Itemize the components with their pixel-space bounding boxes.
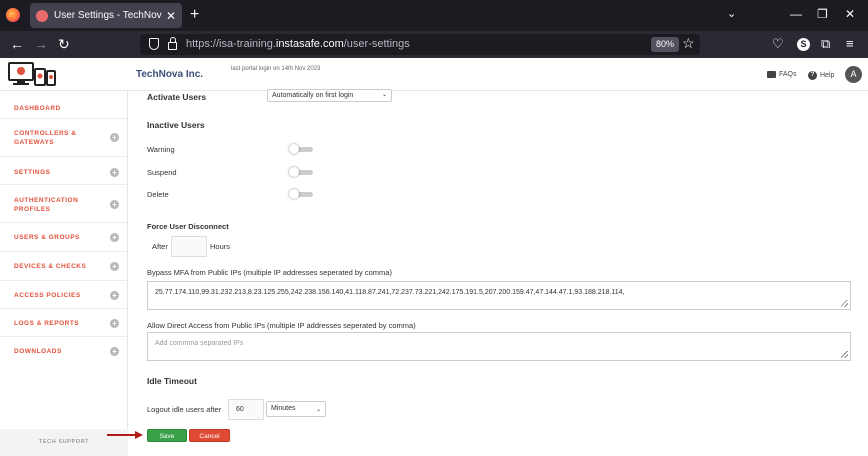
sidebar-item-label: DASHBOARD bbox=[14, 105, 61, 112]
tab-close-icon[interactable]: ✕ bbox=[166, 9, 176, 23]
bookmark-star-icon[interactable]: ☆ bbox=[682, 35, 695, 52]
bypass-mfa-value: 25.77.174.110,99.31.232.213,8.23.125.255… bbox=[155, 289, 625, 296]
sidebar-item-label: LOGS & REPORTS bbox=[14, 320, 80, 327]
sidebar-item-label: ACCESS POLICIES bbox=[14, 292, 81, 299]
brand-name: TechNova Inc. bbox=[136, 69, 204, 80]
lock-icon[interactable] bbox=[168, 37, 177, 50]
direct-access-label: Allow Direct Access from Public IPs (mul… bbox=[147, 321, 416, 330]
sidebar-item-downloads[interactable]: DOWNLOADS + bbox=[0, 337, 128, 365]
suspend-toggle[interactable] bbox=[289, 167, 315, 177]
idle-unit-value: Minutes bbox=[271, 405, 296, 412]
tab-favicon-icon bbox=[36, 9, 48, 22]
close-window-icon[interactable]: ✕ bbox=[845, 7, 855, 21]
idle-unit-select[interactable]: Minutes ⌄ bbox=[266, 401, 326, 417]
hours-label: Hours bbox=[210, 242, 231, 251]
browser-tab-bar: User Settings - TechNova Inc. | I ✕ + ⌄ … bbox=[0, 0, 868, 31]
sidebar-item-label: CONTROLLERS & GATEWAYS bbox=[14, 130, 77, 146]
pocket-icon[interactable]: ♡ bbox=[772, 36, 784, 52]
sidebar-item-devices-checks[interactable]: DEVICES & CHECKS + bbox=[0, 252, 128, 281]
avatar[interactable]: A bbox=[845, 66, 862, 83]
zoom-level[interactable]: 80% bbox=[651, 37, 680, 52]
expand-plus-icon[interactable]: + bbox=[110, 347, 119, 356]
logout-idle-label: Logout idle users after bbox=[147, 405, 222, 414]
url-text[interactable]: https://isa-training.instasafe.com/user-… bbox=[186, 38, 410, 50]
bypass-mfa-label: Bypass MFA from Public IPs (multiple IP … bbox=[147, 268, 392, 277]
expand-plus-icon[interactable]: + bbox=[110, 233, 119, 242]
delete-label: Delete bbox=[147, 190, 169, 199]
sidebar-item-authentication-profiles[interactable]: AUTHENTICATION PROFILES + bbox=[0, 185, 128, 223]
annotation-arrow-icon bbox=[107, 431, 143, 439]
force-disconnect-heading: Force User Disconnect bbox=[147, 222, 229, 231]
sidebar-item-logs-reports[interactable]: LOGS & REPORTS + bbox=[0, 309, 128, 337]
sidebar-item-settings[interactable]: SETTINGS + bbox=[0, 157, 128, 185]
idle-timeout-value: 60 bbox=[236, 406, 244, 413]
after-label: After bbox=[152, 242, 168, 251]
suspend-label: Suspend bbox=[147, 168, 177, 177]
warning-toggle[interactable] bbox=[289, 144, 315, 154]
url-bar[interactable]: https://isa-training.instasafe.com/user-… bbox=[140, 34, 700, 55]
sidebar-item-label: SETTINGS bbox=[14, 169, 51, 176]
minimize-icon[interactable]: — bbox=[790, 7, 802, 21]
expand-plus-icon[interactable]: + bbox=[110, 291, 119, 300]
tracking-shield-icon[interactable] bbox=[149, 38, 159, 50]
reload-icon[interactable]: ↻ bbox=[58, 36, 70, 53]
direct-access-textarea[interactable]: Add commma separated IPs bbox=[147, 332, 851, 361]
account-badge[interactable]: S bbox=[797, 38, 810, 51]
restore-icon[interactable]: ❐ bbox=[817, 7, 828, 21]
browser-nav-bar: ← → ↻ https://isa-training.instasafe.com… bbox=[0, 31, 868, 58]
expand-plus-icon[interactable]: + bbox=[110, 200, 119, 209]
cancel-button[interactable]: Cancel bbox=[189, 429, 230, 442]
idle-timeout-input[interactable]: 60 bbox=[228, 399, 264, 420]
sidebar-item-label: DOWNLOADS bbox=[14, 348, 62, 355]
user-settings-form: Activate Users Automatically on first lo… bbox=[129, 89, 868, 456]
expand-plus-icon[interactable]: + bbox=[110, 262, 119, 271]
browser-tab[interactable]: User Settings - TechNova Inc. | I ✕ bbox=[30, 3, 182, 28]
chevron-down-icon: ⌄ bbox=[381, 92, 387, 98]
warning-label: Warning bbox=[147, 145, 175, 154]
faqs-link[interactable]: FAQs bbox=[767, 71, 797, 78]
help-label: Help bbox=[820, 72, 835, 79]
expand-plus-icon[interactable]: + bbox=[110, 168, 119, 177]
save-button[interactable]: Save bbox=[147, 429, 187, 442]
delete-toggle[interactable] bbox=[289, 189, 315, 199]
resize-grip-icon[interactable] bbox=[841, 300, 848, 307]
faqs-label: FAQs bbox=[779, 71, 797, 78]
last-login-text: last portal login on 14th Nov 2023 bbox=[231, 66, 321, 72]
back-icon[interactable]: ← bbox=[10, 36, 24, 52]
tab-list-chevron-icon[interactable]: ⌄ bbox=[727, 7, 736, 20]
question-icon: ? bbox=[808, 71, 817, 80]
idle-timeout-heading: Idle Timeout bbox=[147, 376, 197, 386]
inactive-users-heading: Inactive Users bbox=[147, 120, 205, 130]
activate-users-value: Automatically on first login bbox=[272, 92, 354, 99]
sidebar: DASHBOARD CONTROLLERS & GATEWAYS + SETTI… bbox=[0, 91, 128, 456]
sidebar-item-dashboard[interactable]: DASHBOARD bbox=[0, 91, 128, 119]
expand-plus-icon[interactable]: + bbox=[110, 133, 119, 142]
extensions-icon[interactable]: ⧉ bbox=[821, 36, 830, 52]
chat-icon bbox=[767, 71, 776, 78]
sidebar-item-access-policies[interactable]: ACCESS POLICIES + bbox=[0, 281, 128, 309]
app-header: TechNova Inc. last portal login on 14th … bbox=[0, 58, 868, 91]
new-tab-icon[interactable]: + bbox=[190, 6, 199, 24]
tab-title: User Settings - TechNova Inc. | I bbox=[54, 10, 162, 21]
bypass-mfa-textarea[interactable]: 25.77.174.110,99.31.232.213,8.23.125.255… bbox=[147, 281, 851, 310]
menu-icon[interactable]: ≡ bbox=[846, 36, 854, 51]
direct-access-placeholder: Add commma separated IPs bbox=[155, 340, 244, 347]
sidebar-item-label: USERS & GROUPS bbox=[14, 234, 80, 241]
help-link[interactable]: ? Help bbox=[808, 71, 834, 80]
hours-input[interactable] bbox=[171, 236, 207, 257]
sidebar-item-label: AUTHENTICATION PROFILES bbox=[14, 197, 79, 213]
logo-devices-icon bbox=[8, 62, 56, 86]
firefox-icon bbox=[6, 8, 20, 22]
sidebar-item-controllers-gateways[interactable]: CONTROLLERS & GATEWAYS + bbox=[0, 119, 128, 157]
activate-users-select[interactable]: Automatically on first login ⌄ bbox=[267, 89, 392, 102]
sidebar-item-label: DEVICES & CHECKS bbox=[14, 263, 87, 270]
activate-users-label: Activate Users bbox=[147, 92, 207, 102]
sidebar-item-users-groups[interactable]: USERS & GROUPS + bbox=[0, 223, 128, 252]
expand-plus-icon[interactable]: + bbox=[110, 319, 119, 328]
resize-grip-icon[interactable] bbox=[841, 351, 848, 358]
chevron-down-icon: ⌄ bbox=[315, 407, 321, 413]
forward-icon[interactable]: → bbox=[34, 36, 48, 52]
